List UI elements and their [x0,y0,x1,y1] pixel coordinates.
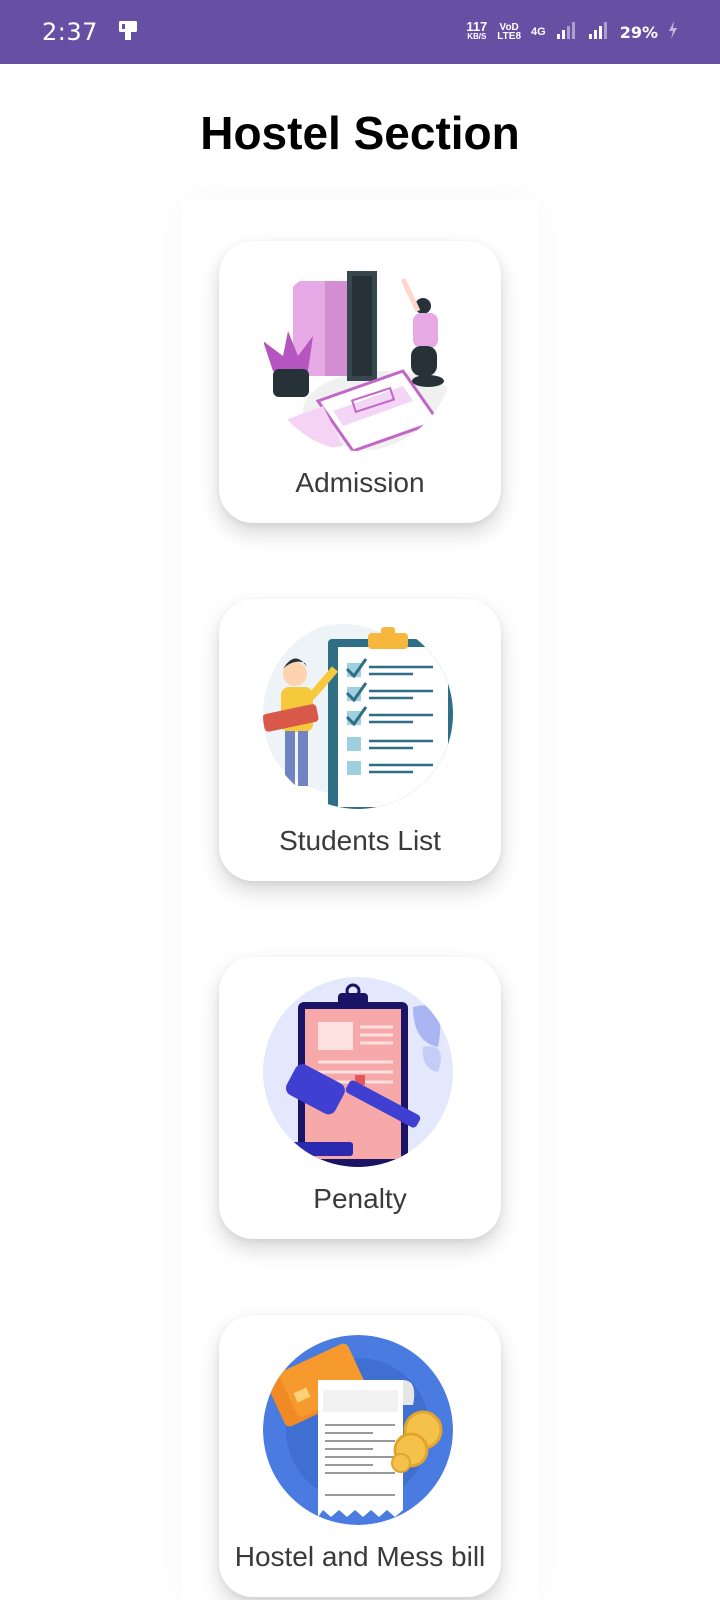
status-right: 117 KB/S VoD LTE8 4G 29% [466,20,678,45]
penalty-card[interactable]: Penalty [219,957,501,1239]
status-left: 2:37 [42,18,140,47]
admission-card[interactable]: Admission [219,241,501,523]
volte-indicator: VoD LTE8 [497,23,522,42]
page-title: Hostel Section [200,107,520,159]
network-speed: 117 KB/S [466,19,488,42]
admission-illustration [263,261,453,451]
hostel-mess-bill-label: Hostel and Mess bill [234,1541,486,1572]
signal-strength-icon [556,20,578,45]
students-list-card[interactable]: Students List [219,599,501,881]
status-bar: 2:37 117 KB/S VoD LTE8 4G 29% [0,0,720,64]
volte-bottom: LTE8 [497,31,522,42]
hostel-mess-bill-card[interactable]: Hostel and Mess bill [219,1315,501,1597]
charging-icon [668,20,678,45]
notification-app-icon [116,18,140,47]
students-list-illustration [263,619,453,809]
status-time: 2:37 [42,18,98,46]
network-speed-value: 117 [466,19,488,34]
students-list-label: Students List [279,825,441,856]
admission-label: Admission [295,467,425,498]
network-type: 4G [531,26,546,38]
signal-strength-icon [588,20,610,45]
penalty-label: Penalty [313,1183,407,1214]
penalty-illustration [263,977,453,1167]
network-speed-unit: KB/S [467,32,487,41]
hostel-mess-bill-illustration [263,1335,453,1525]
battery-percent: 29% [619,22,658,42]
